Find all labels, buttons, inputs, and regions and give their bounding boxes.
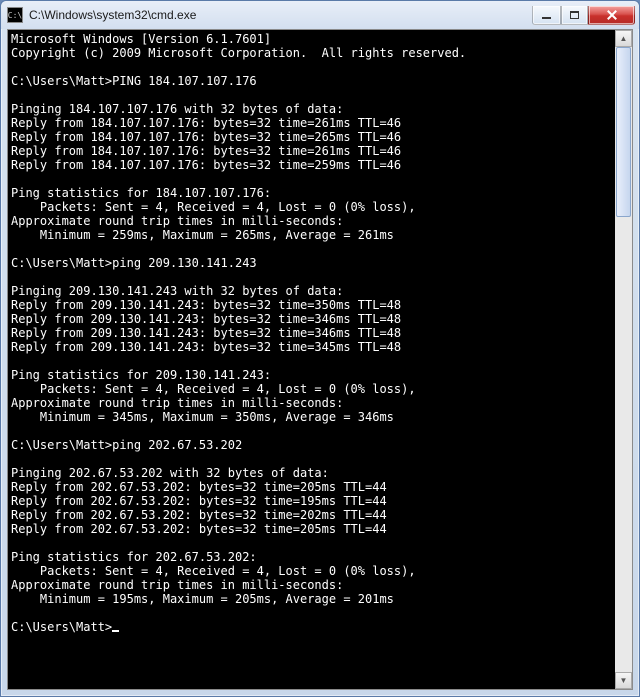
- window-title: C:\Windows\system32\cmd.exe: [29, 8, 532, 22]
- cmd-window: C:\ C:\Windows\system32\cmd.exe Microsof…: [0, 0, 640, 697]
- client-area: Microsoft Windows [Version 6.1.7601] Cop…: [7, 29, 633, 690]
- scroll-thumb[interactable]: [616, 47, 631, 217]
- minimize-icon: [542, 17, 551, 19]
- close-button[interactable]: [588, 6, 635, 25]
- window-buttons: [532, 6, 635, 25]
- vertical-scrollbar[interactable]: ▲ ▼: [615, 30, 632, 689]
- maximize-icon: [570, 11, 579, 19]
- scroll-track[interactable]: [615, 47, 632, 672]
- scroll-down-button[interactable]: ▼: [615, 672, 632, 689]
- console-output[interactable]: Microsoft Windows [Version 6.1.7601] Cop…: [8, 30, 615, 689]
- cursor: [112, 630, 119, 632]
- cmd-icon: C:\: [7, 7, 23, 23]
- maximize-button[interactable]: [561, 6, 588, 25]
- titlebar[interactable]: C:\ C:\Windows\system32\cmd.exe: [1, 1, 639, 29]
- close-icon: [606, 9, 618, 21]
- minimize-button[interactable]: [532, 6, 561, 25]
- scroll-up-button[interactable]: ▲: [615, 30, 632, 47]
